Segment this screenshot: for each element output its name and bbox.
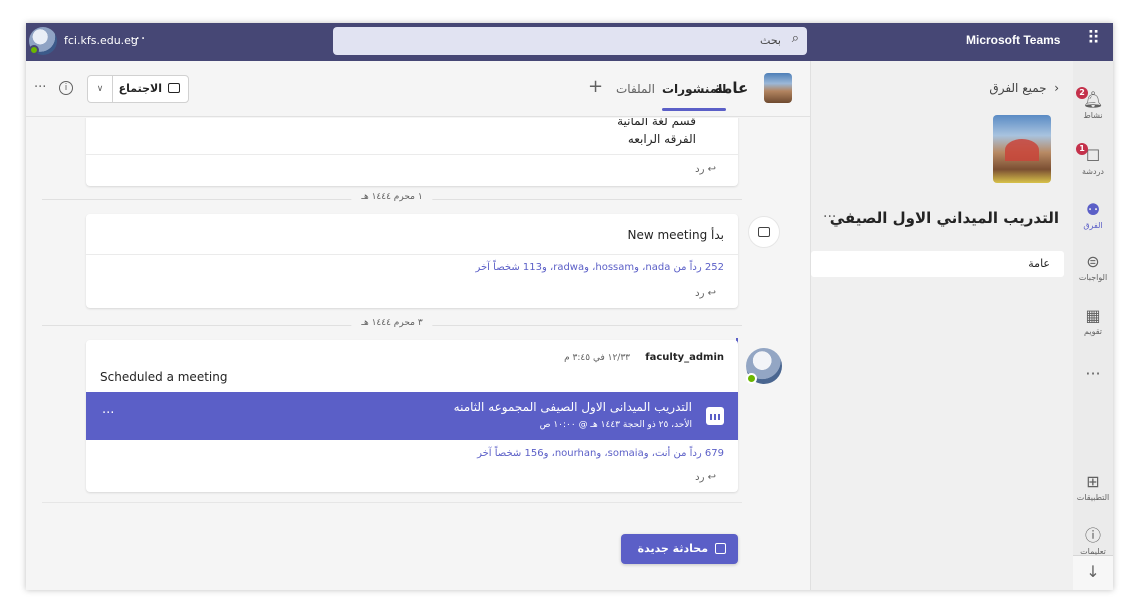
rail-item-calendar[interactable]: ▦ تقويم [1073,306,1113,337]
app-rail: 2 🔔︎ نشاط 1 ☐ دردشة ⚉ الفرق ⊜ الواجبات ▦… [1073,61,1113,590]
info-icon[interactable]: i [59,81,73,95]
activity-badge: 2 [1076,87,1088,99]
date-separator: ١ محرم ١٤٤٤ هـ [42,192,742,206]
post-card: بدأ New meeting 252 رداً من nada، وhossa… [86,214,738,308]
date-separator: ٣ محرم ١٤٤٤ هـ [42,318,742,332]
author-name[interactable]: faculty_admin [645,352,724,363]
org-name[interactable]: fci.kfs.edu.eg [64,34,138,47]
divider [86,154,738,155]
channel-more-button[interactable]: ··· [34,80,46,95]
rail-label-calendar: تقويم [1084,327,1102,336]
rail-label-activity: نشاط [1083,111,1103,120]
meeting-card[interactable]: التدريب الميدانى الاول الصيفى المجموعه ا… [86,392,738,440]
post-text-line: قسم لغة المانية [617,118,696,128]
tab-posts[interactable]: المنشورات [662,82,727,111]
replies-summary[interactable]: 252 رداً من nada، وhossam، وradwa، و113 … [475,262,724,273]
teams-window: fci.kfs.edu.eg ··· ⌕ بحث Microsoft Teams… [26,23,1113,590]
settings-more-button[interactable]: ··· [130,31,146,47]
replies-summary[interactable]: 679 رداً من أنت، وsomaia، وnourhan، و156… [477,448,724,459]
meeting-time: الأحد، ٢٥ ذو الحجة ١٤٤٣ هـ @ ١٠:٠٠ ص [539,420,692,430]
more-icon: ··· [1085,364,1101,383]
reply-label: رد [695,164,705,175]
add-tab-button[interactable]: + [588,76,603,97]
channel-item-general[interactable]: عامة [811,251,1064,277]
reply-button[interactable]: ↩ رد [695,164,716,175]
date-label: ٣ محرم ١٤٤٤ هـ [351,318,433,328]
post-text: بدأ New meeting [627,228,724,242]
rail-item-help[interactable]: ⓘ تعليمات [1073,526,1113,557]
date-label: ١ محرم ١٤٤٤ هـ [351,192,433,202]
meeting-title: التدريب الميدانى الاول الصيفى المجموعه ا… [453,400,692,414]
rail-item-assignments[interactable]: ⊜ الواجبات [1073,252,1113,283]
all-teams-label: جميع الفرق [989,81,1047,95]
team-image [993,115,1051,183]
chat-badge: 1 [1076,143,1088,155]
reply-label: رد [695,472,705,483]
app-title: Microsoft Teams [966,33,1061,47]
rail-label-chat: دردشة [1082,167,1104,176]
channel-header: عامة المنشورات الملفات + ∨ الاجتماع i ··… [26,61,810,117]
reply-button[interactable]: ↩ رد [695,288,716,299]
tab-files[interactable]: الملفات [616,82,655,96]
apps-icon: ⊞ [1086,472,1100,491]
presence-status-icon [29,45,39,55]
calendar-icon [706,407,724,425]
help-icon: ⓘ [1084,526,1101,545]
post-card: قسم لغة المانية الفرقه الرابعه ↩ رد [86,118,738,186]
meeting-more-button[interactable]: ··· [102,406,114,421]
rail-item-activity[interactable]: 2 🔔︎ نشاط [1073,87,1113,120]
post-text: Scheduled a meeting [100,370,228,384]
search-icon: ⌕ [791,31,799,46]
app-launcher-grid-icon[interactable]: ⠿ [1087,28,1100,49]
meet-button[interactable]: ∨ الاجتماع [87,75,189,103]
title-bar: fci.kfs.edu.eg ··· ⌕ بحث Microsoft Teams… [26,23,1113,61]
reply-button[interactable]: ↩ رد [695,472,716,483]
search-input[interactable]: بحث [760,34,781,47]
post-text-line: الفرقه الرابعه [627,132,696,146]
presence-status-icon [746,373,757,384]
rail-item-apps[interactable]: ⊞ التطبيقات [1073,472,1113,503]
teams-icon: ⚉ [1085,200,1101,219]
rail-label-apps: التطبيقات [1076,493,1110,502]
post-card: faculty_admin ١٢/٣٣ في ٣:٤٥ م Scheduled … [86,340,738,492]
post-timestamp: ١٢/٣٣ في ٣:٤٥ م [564,353,630,363]
assignments-icon: ⊜ [1086,252,1100,271]
rail-item-teams[interactable]: ⚉ الفرق [1073,200,1113,231]
new-conversation-button[interactable]: محادثة جديدة [621,534,738,564]
video-camera-icon [168,83,180,93]
divider [86,254,738,255]
new-conversation-label: محادثة جديدة [637,542,708,555]
channel-label: عامة [1028,257,1050,270]
meeting-camera-icon [748,216,780,248]
reply-label: رد [695,288,705,299]
rail-item-chat[interactable]: 1 ☐ دردشة [1073,143,1113,176]
all-teams-back-link[interactable]: ‹ جميع الفرق [989,81,1059,95]
team-name: التدريب الميداني الاول الصيفي [829,209,1059,227]
search-bar[interactable]: ⌕ بحث [333,27,807,55]
posts-feed: قسم لغة المانية الفرقه الرابعه ↩ رد ١ مح… [26,118,810,590]
calendar-icon: ▦ [1085,306,1101,325]
rail-label-teams: الفرق [1083,221,1103,230]
compose-icon [715,543,726,554]
divider [42,502,742,503]
download-icon[interactable]: ↓ [1073,555,1113,590]
meet-label: الاجتماع [118,82,162,95]
rail-label-assignments: الواجبات [1078,273,1108,282]
channel-avatar [764,73,792,103]
rail-item-more[interactable]: ··· [1073,365,1113,383]
chevron-down-icon[interactable]: ∨ [88,76,113,102]
team-panel: ‹ جميع الفرق ··· التدريب الميداني الاول … [810,61,1073,590]
